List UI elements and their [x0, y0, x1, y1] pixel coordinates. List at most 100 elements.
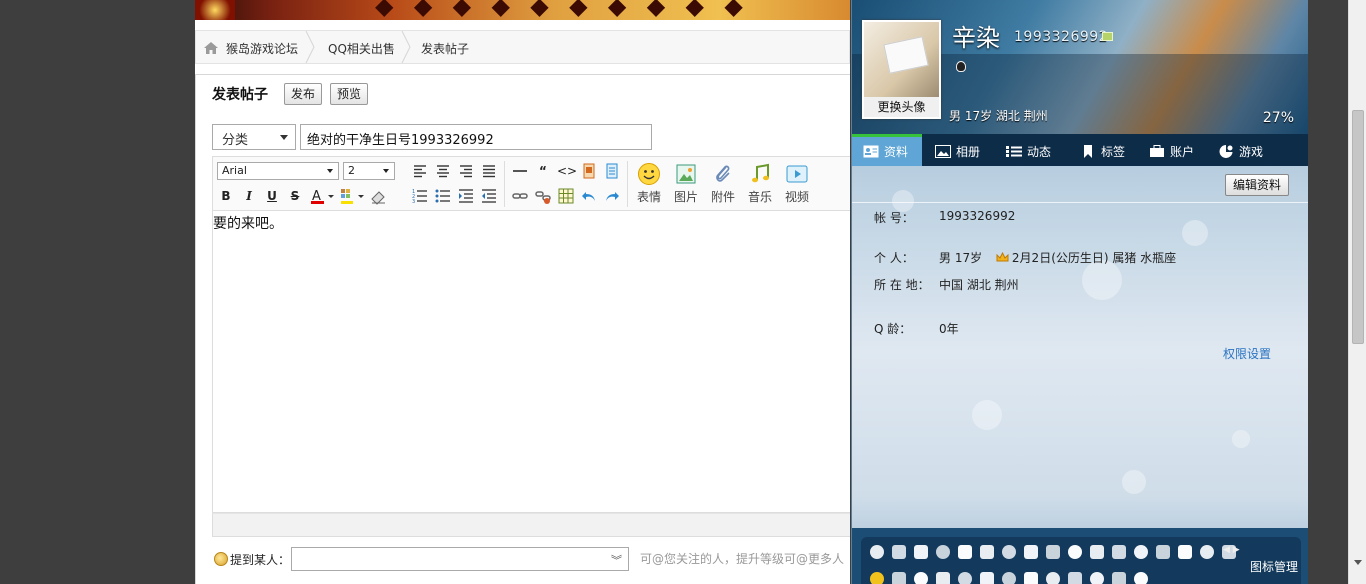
indent-icon[interactable] — [457, 187, 475, 205]
redo-icon[interactable] — [603, 187, 621, 205]
breadcrumb-link-qq-sale[interactable]: QQ相关出售 — [328, 40, 395, 57]
badge-icon[interactable] — [936, 545, 950, 559]
badge-icon[interactable] — [892, 545, 906, 559]
ordered-list-icon[interactable]: 123 — [411, 187, 429, 205]
tag-icon — [1084, 145, 1092, 158]
align-center-icon[interactable] — [434, 162, 452, 180]
edit-profile-button[interactable]: 编辑资料 — [1224, 174, 1289, 196]
italic-icon[interactable]: I — [240, 187, 258, 205]
undo-icon[interactable] — [580, 187, 598, 205]
tab-feed[interactable]: 动态 — [1006, 134, 1051, 166]
align-justify-icon[interactable] — [480, 162, 498, 180]
game-icon — [1219, 145, 1233, 158]
attachment-button[interactable]: 附件 — [706, 162, 740, 205]
badge-icon[interactable] — [1178, 545, 1192, 559]
badge-icon[interactable] — [958, 545, 972, 559]
publish-button[interactable]: 发布 — [284, 83, 323, 105]
change-avatar-button[interactable]: 更换头像 — [864, 97, 939, 117]
tab-tags[interactable]: 标签 — [1080, 134, 1125, 166]
badge-icon[interactable] — [870, 572, 884, 584]
preview-button[interactable]: 预览 — [330, 83, 369, 105]
badge-icon[interactable] — [1112, 545, 1126, 559]
outdent-icon[interactable] — [480, 187, 498, 205]
background-bokeh — [1122, 470, 1146, 494]
tab-account[interactable]: 账户 — [1149, 134, 1194, 166]
home-icon[interactable] — [203, 41, 219, 55]
badge-icon[interactable] — [1156, 545, 1170, 559]
category-select[interactable]: 分类 — [212, 124, 296, 150]
eraser-icon[interactable] — [369, 187, 387, 205]
page-scrollbar[interactable] — [1348, 0, 1366, 584]
badge-icon[interactable] — [1002, 545, 1016, 559]
mention-input[interactable]: ︾ — [291, 547, 629, 571]
qage-value: 0年 — [939, 322, 959, 336]
unlink-icon[interactable] — [534, 187, 552, 205]
font-color-icon[interactable]: A — [309, 187, 335, 205]
badge-icon[interactable] — [1090, 545, 1104, 559]
badge-icon[interactable] — [1046, 572, 1060, 584]
badge-icon[interactable] — [1002, 572, 1016, 584]
badge-icon[interactable] — [1134, 545, 1148, 559]
font-size-select[interactable]: 2 — [343, 162, 395, 180]
avatar[interactable]: 更换头像 — [862, 20, 941, 119]
badge-icon[interactable] — [1112, 572, 1126, 584]
code-icon[interactable]: <> — [557, 162, 577, 180]
video-button[interactable]: 视频 — [780, 162, 814, 205]
badge-icon[interactable] — [1024, 545, 1038, 559]
badge-icon[interactable] — [1090, 572, 1104, 584]
underline-icon[interactable]: U — [263, 187, 281, 205]
badge-icon[interactable] — [1046, 545, 1060, 559]
horizontal-rule-icon[interactable] — [511, 162, 529, 180]
badge-icon[interactable] — [980, 545, 994, 559]
scrollbar-thumb[interactable] — [1352, 110, 1364, 344]
breadcrumb-link-forum[interactable]: 猴岛游戏论坛 — [226, 40, 298, 57]
profile-basic-info: 男 17岁 湖北 荆州 — [949, 109, 1048, 123]
badge-icon[interactable] — [870, 545, 884, 559]
level-badge-icon[interactable] — [1102, 32, 1113, 41]
icon-manage-link[interactable]: 图标管理 — [1250, 558, 1298, 575]
badge-icon[interactable] — [1134, 572, 1148, 584]
link-icon[interactable] — [511, 187, 529, 205]
scroll-down-arrow-icon[interactable] — [1354, 560, 1362, 565]
gender-age: 男 17岁 — [939, 251, 983, 265]
tab-games[interactable]: 游戏 — [1218, 134, 1263, 166]
badge-icon[interactable] — [914, 545, 928, 559]
subject-input[interactable]: 绝对的干净生日号1993326992 — [300, 124, 652, 150]
align-right-icon[interactable] — [457, 162, 475, 180]
quote-icon[interactable]: “ — [534, 162, 552, 180]
font-family-select[interactable]: Arial — [217, 162, 339, 180]
badge-icon[interactable] — [958, 572, 972, 584]
unordered-list-icon[interactable] — [434, 187, 452, 205]
paste-word-icon[interactable] — [580, 162, 598, 180]
background-color-icon[interactable] — [339, 187, 365, 205]
location-value: 中国 湖北 荆州 — [939, 278, 1019, 292]
editor-resize-bar[interactable] — [212, 513, 850, 537]
badge-icon[interactable] — [1068, 572, 1082, 584]
tab-album[interactable]: 相册 — [935, 134, 980, 166]
paste-text-icon[interactable] — [603, 162, 621, 180]
attachment-icon — [716, 165, 730, 182]
badge-icon[interactable] — [892, 572, 906, 584]
badge-icon[interactable] — [1024, 572, 1038, 584]
forum-page: ◆ ◆ ◆ ◆ ◆ ◆ ◆ ◆ ◆ ◆ 猴岛游戏论坛 QQ相关出售 发表帖子 发… — [195, 0, 850, 584]
image-button[interactable]: 图片 — [669, 162, 703, 205]
align-left-icon[interactable] — [411, 162, 429, 180]
post-body-editor[interactable]: 要的来吧。 — [212, 211, 850, 513]
badge-icon[interactable] — [914, 572, 928, 584]
badge-icon[interactable] — [980, 572, 994, 584]
permission-settings-link[interactable]: 权限设置 — [1223, 345, 1271, 362]
double-chevron-down-icon[interactable]: ︾ — [611, 552, 622, 568]
badge-icon[interactable] — [1200, 545, 1214, 559]
music-button[interactable]: 音乐 — [743, 162, 777, 205]
tab-profile[interactable]: 资料 — [852, 134, 922, 166]
bold-icon[interactable]: B — [217, 187, 235, 205]
badge-icon[interactable] — [936, 572, 950, 584]
strikethrough-icon[interactable]: S — [286, 187, 304, 205]
account-value: 1993326992 — [939, 209, 1016, 223]
badge-icon[interactable] — [1068, 545, 1082, 559]
mention-hint: 可@您关注的人，提升等级可@更多人 — [640, 552, 845, 566]
tray-prev-next-icon[interactable]: ◀ ▶ — [1223, 545, 1240, 555]
penguin-icon[interactable] — [956, 61, 966, 72]
emoji-button[interactable]: 表情 — [632, 162, 666, 205]
table-icon[interactable] — [557, 187, 575, 205]
